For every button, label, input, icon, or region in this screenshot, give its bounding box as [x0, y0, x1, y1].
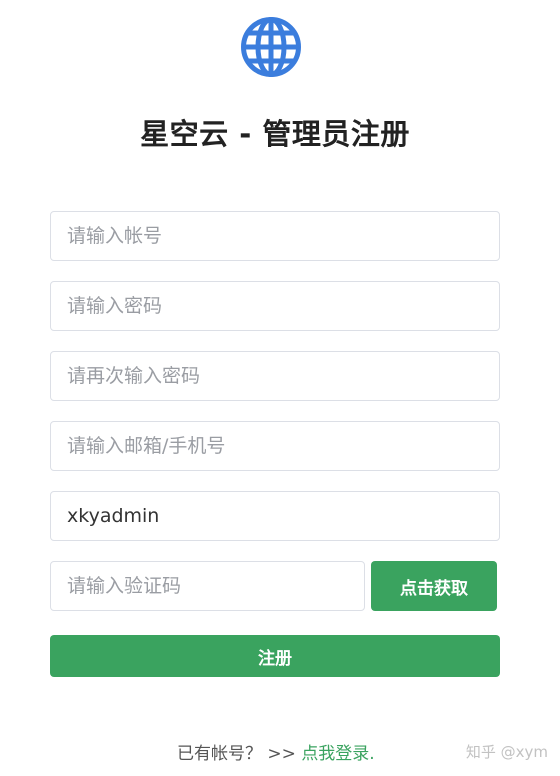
watermark: 知乎 @xym [465, 743, 548, 761]
login-prompt-text: 已有帐号？ [177, 744, 262, 764]
email-phone-input[interactable] [50, 421, 500, 471]
register-page: 星空云 - 管理员注册 点击获取 注册 已有帐号？ >> 点我登录. 知乎 @x… [0, 0, 560, 776]
get-code-button[interactable]: 点击获取 [371, 561, 497, 611]
register-button[interactable]: 注册 [50, 635, 500, 677]
password-confirm-input[interactable] [50, 351, 500, 401]
login-prompt-arrows: >> [267, 744, 296, 764]
username-input[interactable] [50, 491, 500, 541]
captcha-input[interactable] [50, 561, 365, 611]
login-link[interactable]: 点我登录. [301, 744, 374, 764]
password-input[interactable] [50, 281, 500, 331]
account-input[interactable] [50, 211, 500, 261]
login-prompt: 已有帐号？ >> 点我登录. [177, 739, 375, 764]
page-title: 星空云 - 管理员注册 [140, 117, 410, 151]
globe-icon [241, 17, 301, 77]
